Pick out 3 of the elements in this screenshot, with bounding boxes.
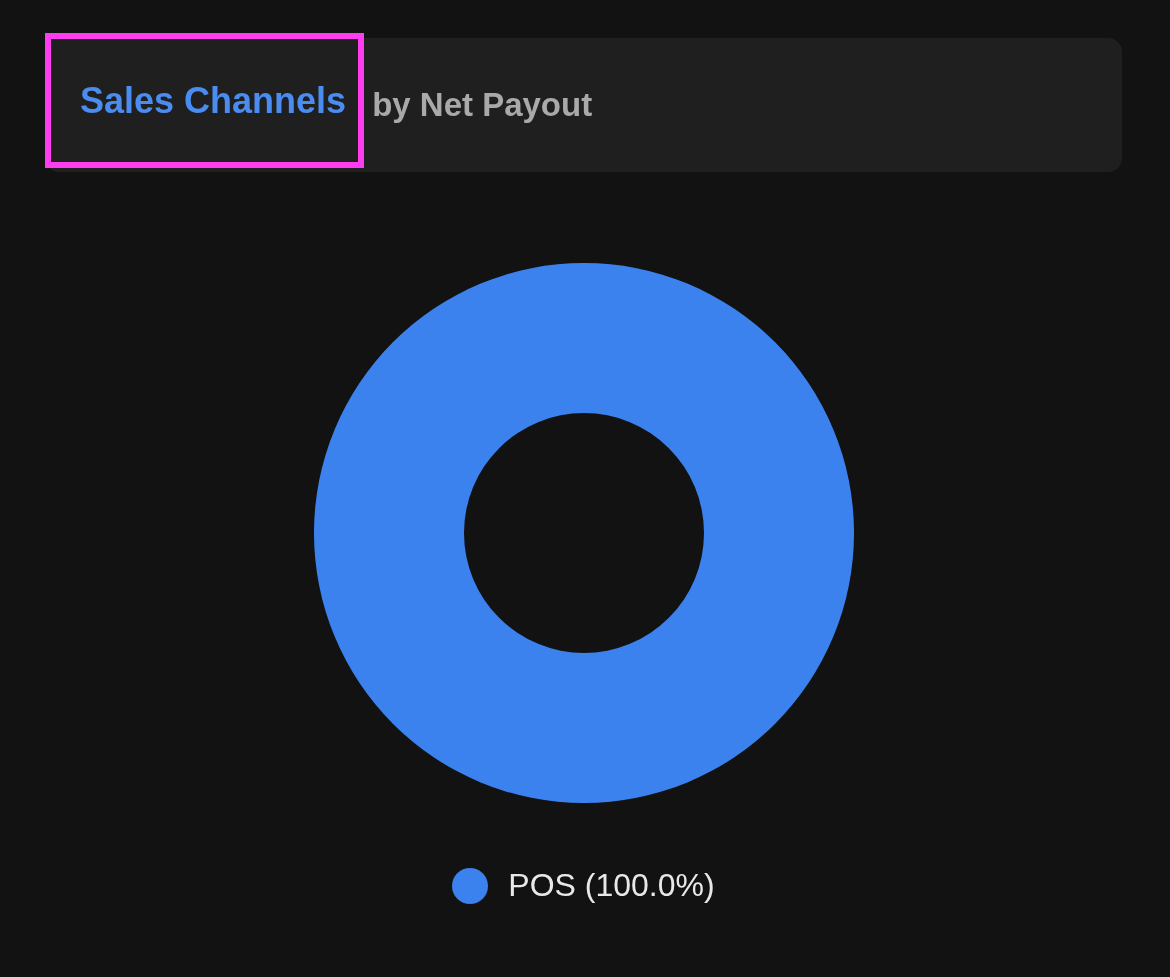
legend-label: POS (100.0%) [508,867,715,904]
card-title: Sales Channels [80,79,347,122]
card-subtitle: by Net Payout [372,86,593,124]
